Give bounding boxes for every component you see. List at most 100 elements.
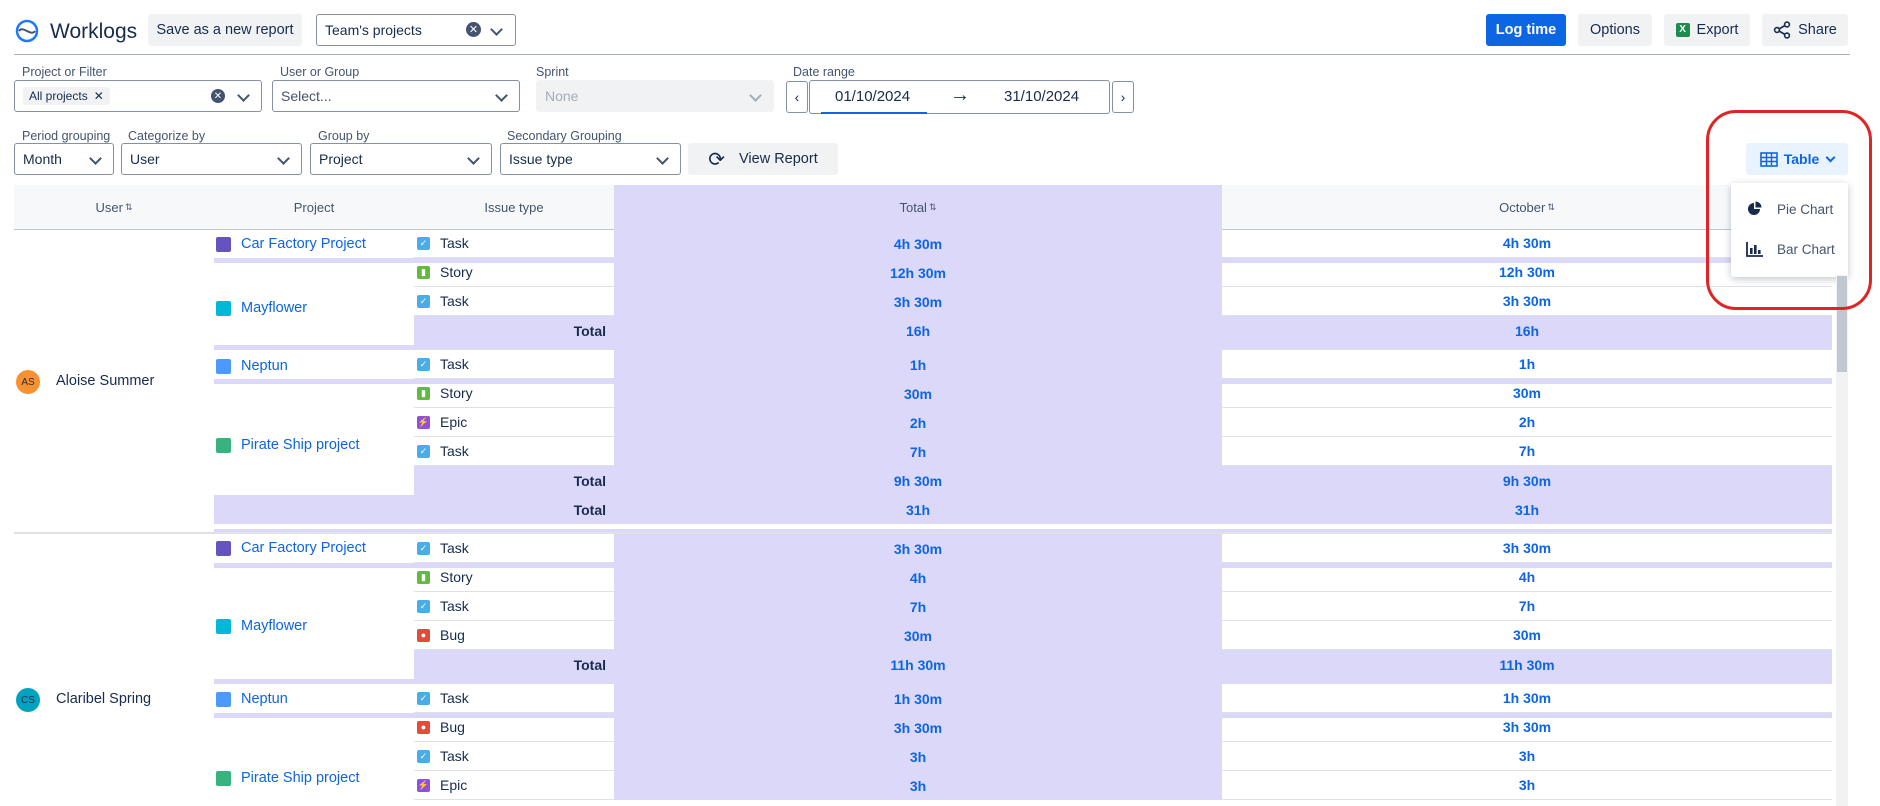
project-link[interactable]: Mayflower	[241, 300, 307, 316]
share-button[interactable]: Share	[1762, 14, 1848, 46]
project-avatar-icon	[216, 358, 231, 374]
user-total-band	[214, 495, 414, 524]
october-value[interactable]: 3h	[1222, 742, 1832, 771]
issue-type-label: Task	[440, 690, 469, 706]
total-value[interactable]: 4h 30m	[614, 229, 1222, 258]
total-value[interactable]: 7h	[614, 437, 1222, 466]
avatar: AS	[16, 370, 40, 394]
report-select-value: Team's projects	[325, 22, 422, 38]
user-cell: AS Aloise Summer	[14, 230, 214, 532]
total-value[interactable]: 1h	[614, 350, 1222, 379]
chevron-down-icon	[495, 89, 508, 102]
task-icon: ✓	[417, 444, 430, 458]
project-link[interactable]: Pirate Ship project	[241, 770, 359, 786]
october-value[interactable]: 11h 30m	[1222, 650, 1832, 679]
group-separator	[214, 713, 1832, 718]
user-name: Aloise Summer	[56, 373, 155, 389]
epic-icon: ⚡	[417, 778, 430, 792]
total-value[interactable]: 2h	[614, 408, 1222, 437]
total-value[interactable]: 1h 30m	[614, 684, 1222, 713]
options-button[interactable]: Options	[1578, 14, 1652, 46]
column-header-issue-type: Issue type	[414, 185, 614, 229]
highlight-annotation	[1706, 110, 1872, 310]
october-value[interactable]: 3h	[1222, 771, 1832, 800]
october-value[interactable]: 7h	[1222, 592, 1832, 621]
total-value[interactable]: 7h	[614, 592, 1222, 621]
next-period-button[interactable]: ›	[1112, 81, 1134, 113]
save-as-new-report-button[interactable]: Save as a new report	[148, 14, 302, 46]
total-value[interactable]: 16h	[614, 316, 1222, 345]
project-avatar-icon	[216, 300, 231, 316]
project-avatar-icon	[216, 236, 231, 252]
sprint-select: None	[536, 80, 774, 112]
issue-type-cell: ⚡ Epic	[414, 771, 614, 800]
total-value[interactable]: 3h	[614, 742, 1222, 771]
october-value[interactable]: 7h	[1222, 437, 1832, 466]
report-select[interactable]: Team's projects ✕	[316, 14, 516, 46]
export-button[interactable]: X Export	[1664, 14, 1750, 46]
total-value[interactable]: 11h 30m	[614, 650, 1222, 679]
project-link[interactable]: Car Factory Project	[241, 236, 366, 252]
group-by-select[interactable]: Project	[310, 143, 492, 175]
project-filter-select[interactable]: All projects ✕ ✕	[14, 80, 262, 112]
october-value[interactable]: 1h	[1222, 350, 1832, 379]
project-chip[interactable]: All projects ✕	[23, 87, 110, 105]
period-grouping-label: Period grouping	[22, 129, 111, 143]
october-value[interactable]: 2h	[1222, 408, 1832, 437]
total-value[interactable]: 30m	[614, 621, 1222, 650]
issue-type-cell: ✓ Task	[414, 684, 614, 713]
issue-type-cell: ✓ Task	[414, 592, 614, 621]
chevron-down-icon	[749, 89, 762, 102]
subtotal-label: Total	[414, 650, 614, 679]
project-link[interactable]: Mayflower	[241, 618, 307, 634]
total-value[interactable]: 3h	[614, 771, 1222, 800]
group-divider	[14, 532, 1832, 534]
period-grouping-select[interactable]: Month	[14, 143, 114, 175]
october-value[interactable]: 30m	[1222, 621, 1832, 650]
previous-period-button[interactable]: ‹	[786, 81, 808, 113]
october-value[interactable]: 1h 30m	[1222, 684, 1832, 713]
chevron-down-icon	[656, 152, 669, 165]
excel-icon: X	[1675, 23, 1690, 37]
secondary-grouping-select[interactable]: Issue type	[500, 143, 681, 175]
issue-type-label: Bug	[440, 627, 465, 643]
project-link[interactable]: Neptun	[241, 691, 288, 707]
project-avatar-icon	[216, 618, 231, 634]
project-link[interactable]: Car Factory Project	[241, 540, 366, 556]
view-report-button[interactable]: ⟳ View Report	[688, 143, 838, 175]
october-value[interactable]: 16h	[1222, 316, 1832, 345]
total-value[interactable]: 3h 30m	[614, 534, 1222, 563]
sprint-label: Sprint	[536, 65, 569, 79]
clear-icon[interactable]: ✕	[211, 89, 225, 103]
october-value[interactable]: 3h 30m	[1222, 534, 1832, 563]
column-header-user[interactable]: User ⇅	[14, 185, 214, 229]
project-link[interactable]: Neptun	[241, 358, 288, 374]
project-avatar-icon	[216, 437, 231, 453]
remove-chip-icon[interactable]: ✕	[94, 89, 104, 103]
sort-icon[interactable]: ⇅	[125, 202, 133, 213]
group-separator	[214, 345, 1832, 350]
project-link[interactable]: Pirate Ship project	[241, 437, 359, 453]
total-value[interactable]: 3h 30m	[614, 287, 1222, 316]
date-to-input[interactable]: 31/10/2024	[1004, 88, 1079, 105]
log-time-button[interactable]: Log time	[1486, 14, 1566, 46]
story-icon: ▮	[417, 570, 430, 584]
column-header-total[interactable]: Total ⇅	[614, 185, 1222, 229]
october-value[interactable]: 31h	[1222, 495, 1832, 524]
refresh-icon: ⟳	[708, 148, 726, 171]
october-value[interactable]: 9h 30m	[1222, 466, 1832, 495]
date-from-focus-underline	[821, 112, 927, 114]
categorize-by-select[interactable]: User	[121, 143, 302, 175]
issue-type-label: Task	[440, 540, 469, 556]
issue-type-cell: ✓ Task	[414, 229, 614, 258]
total-value[interactable]: 9h 30m	[614, 466, 1222, 495]
group-separator	[214, 679, 1832, 684]
sort-icon[interactable]: ⇅	[1547, 202, 1555, 213]
date-from-input[interactable]: 01/10/2024	[835, 88, 910, 105]
total-value[interactable]: 31h	[614, 495, 1222, 524]
clear-icon[interactable]: ✕	[466, 22, 481, 37]
user-filter-select[interactable]: Select...	[272, 80, 520, 112]
project-avatar-icon	[216, 770, 231, 786]
sort-icon[interactable]: ⇅	[929, 202, 937, 213]
group-separator	[214, 563, 1832, 568]
